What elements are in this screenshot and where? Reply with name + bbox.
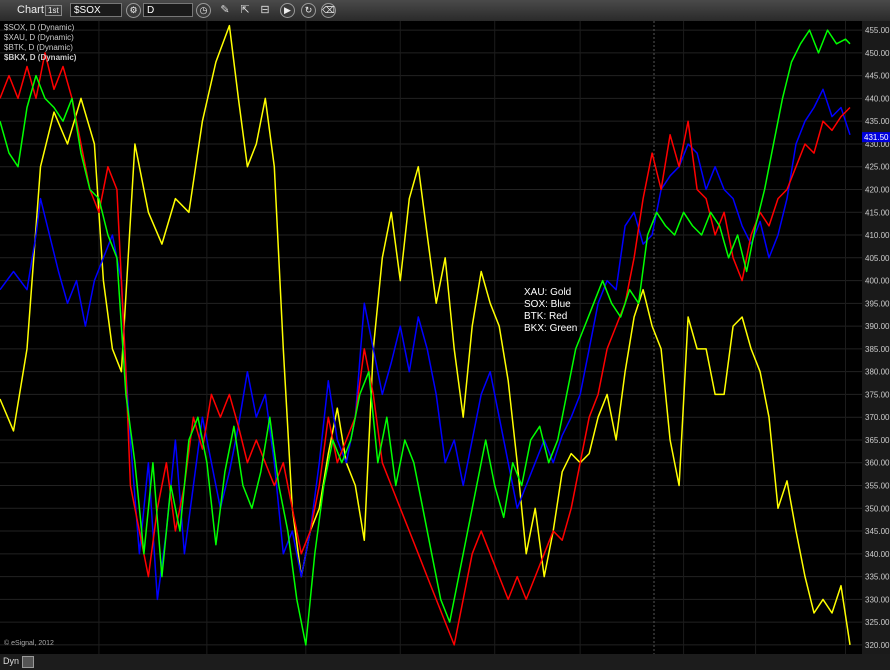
y-tick-label: 385.00	[865, 345, 890, 354]
y-axis-panel	[862, 21, 890, 654]
y-tick-label: 350.00	[865, 504, 890, 513]
price-chart: 320.00 325.00 330.00 335.00 340.00 345.00 350.…	[0, 21, 890, 654]
y-tick-label: 340.00	[865, 550, 890, 559]
clock-icon[interactable]: ◷	[196, 3, 211, 18]
key-line: BTK: Red	[524, 311, 567, 322]
window-title: Chart	[17, 4, 44, 16]
y-tick-label: 375.00	[865, 390, 890, 399]
y-tick-label: 455.00	[865, 26, 890, 35]
erase-icon[interactable]: ⌫	[321, 3, 336, 18]
y-tick-label: 360.00	[865, 459, 890, 468]
y-tick-label: 330.00	[865, 595, 890, 604]
pencil-icon[interactable]: ✎	[217, 3, 233, 18]
y-tick-label: 420.00	[865, 185, 890, 194]
legend-line: $XAU, D (Dynamic)	[4, 33, 74, 42]
legend-line: $BTK, D (Dynamic)	[4, 43, 73, 52]
symbol-input[interactable]: $SOX	[70, 3, 122, 17]
legend-line: $BKX, D (Dynamic)	[4, 53, 77, 62]
refresh-icon[interactable]: ↻	[301, 3, 316, 18]
y-tick-label: 365.00	[865, 436, 890, 445]
dyn-label: Dyn	[3, 656, 20, 666]
y-tick-label: 395.00	[865, 299, 890, 308]
title-badge: 1st	[45, 5, 62, 16]
link-icon[interactable]: ⊟	[257, 3, 273, 18]
y-tick-label: 435.00	[865, 117, 890, 126]
y-tick-label: 370.00	[865, 413, 890, 422]
y-tick-label: 400.00	[865, 277, 890, 286]
interval-select[interactable]: D	[143, 3, 193, 17]
legend: $SOX, D (Dynamic) $XAU, D (Dynamic) $BTK…	[4, 23, 77, 62]
y-tick-label: 380.00	[865, 368, 890, 377]
cursor-icon[interactable]: ⇱	[237, 3, 253, 18]
bottom-bar: Dyn	[0, 654, 890, 670]
y-tick-label: 355.00	[865, 482, 890, 491]
y-tick-label: 405.00	[865, 254, 890, 263]
price-marker-label: 431.50	[864, 133, 889, 142]
gear-icon[interactable]: ⚙	[126, 3, 141, 18]
play-icon[interactable]: ▶	[280, 3, 295, 18]
key-line: BKX: Green	[524, 323, 577, 334]
corner-toggle-icon[interactable]	[22, 656, 34, 668]
y-tick-label: 410.00	[865, 231, 890, 240]
plot-area	[0, 21, 862, 654]
legend-line: $SOX, D (Dynamic)	[4, 23, 75, 32]
y-tick-label: 445.00	[865, 72, 890, 81]
y-tick-label: 425.00	[865, 163, 890, 172]
y-tick-label: 335.00	[865, 573, 890, 582]
key-line: XAU: Gold	[524, 287, 571, 298]
copyright: © eSignal, 2012	[4, 639, 54, 647]
y-tick-label: 390.00	[865, 322, 890, 331]
key-line: SOX: Blue	[524, 299, 571, 310]
y-tick-label: 325.00	[865, 618, 890, 627]
y-tick-label: 415.00	[865, 208, 890, 217]
price-marker: 431.50	[862, 132, 890, 143]
y-tick-label: 440.00	[865, 94, 890, 103]
y-tick-label: 450.00	[865, 49, 890, 58]
y-tick-label: 320.00	[865, 641, 890, 650]
chart-toolbar: Chart 1st $SOX ⚙ D ◷ ✎ ⇱ ⊟ ▶ ↻ ⌫	[0, 0, 890, 22]
y-tick-label: 345.00	[865, 527, 890, 536]
